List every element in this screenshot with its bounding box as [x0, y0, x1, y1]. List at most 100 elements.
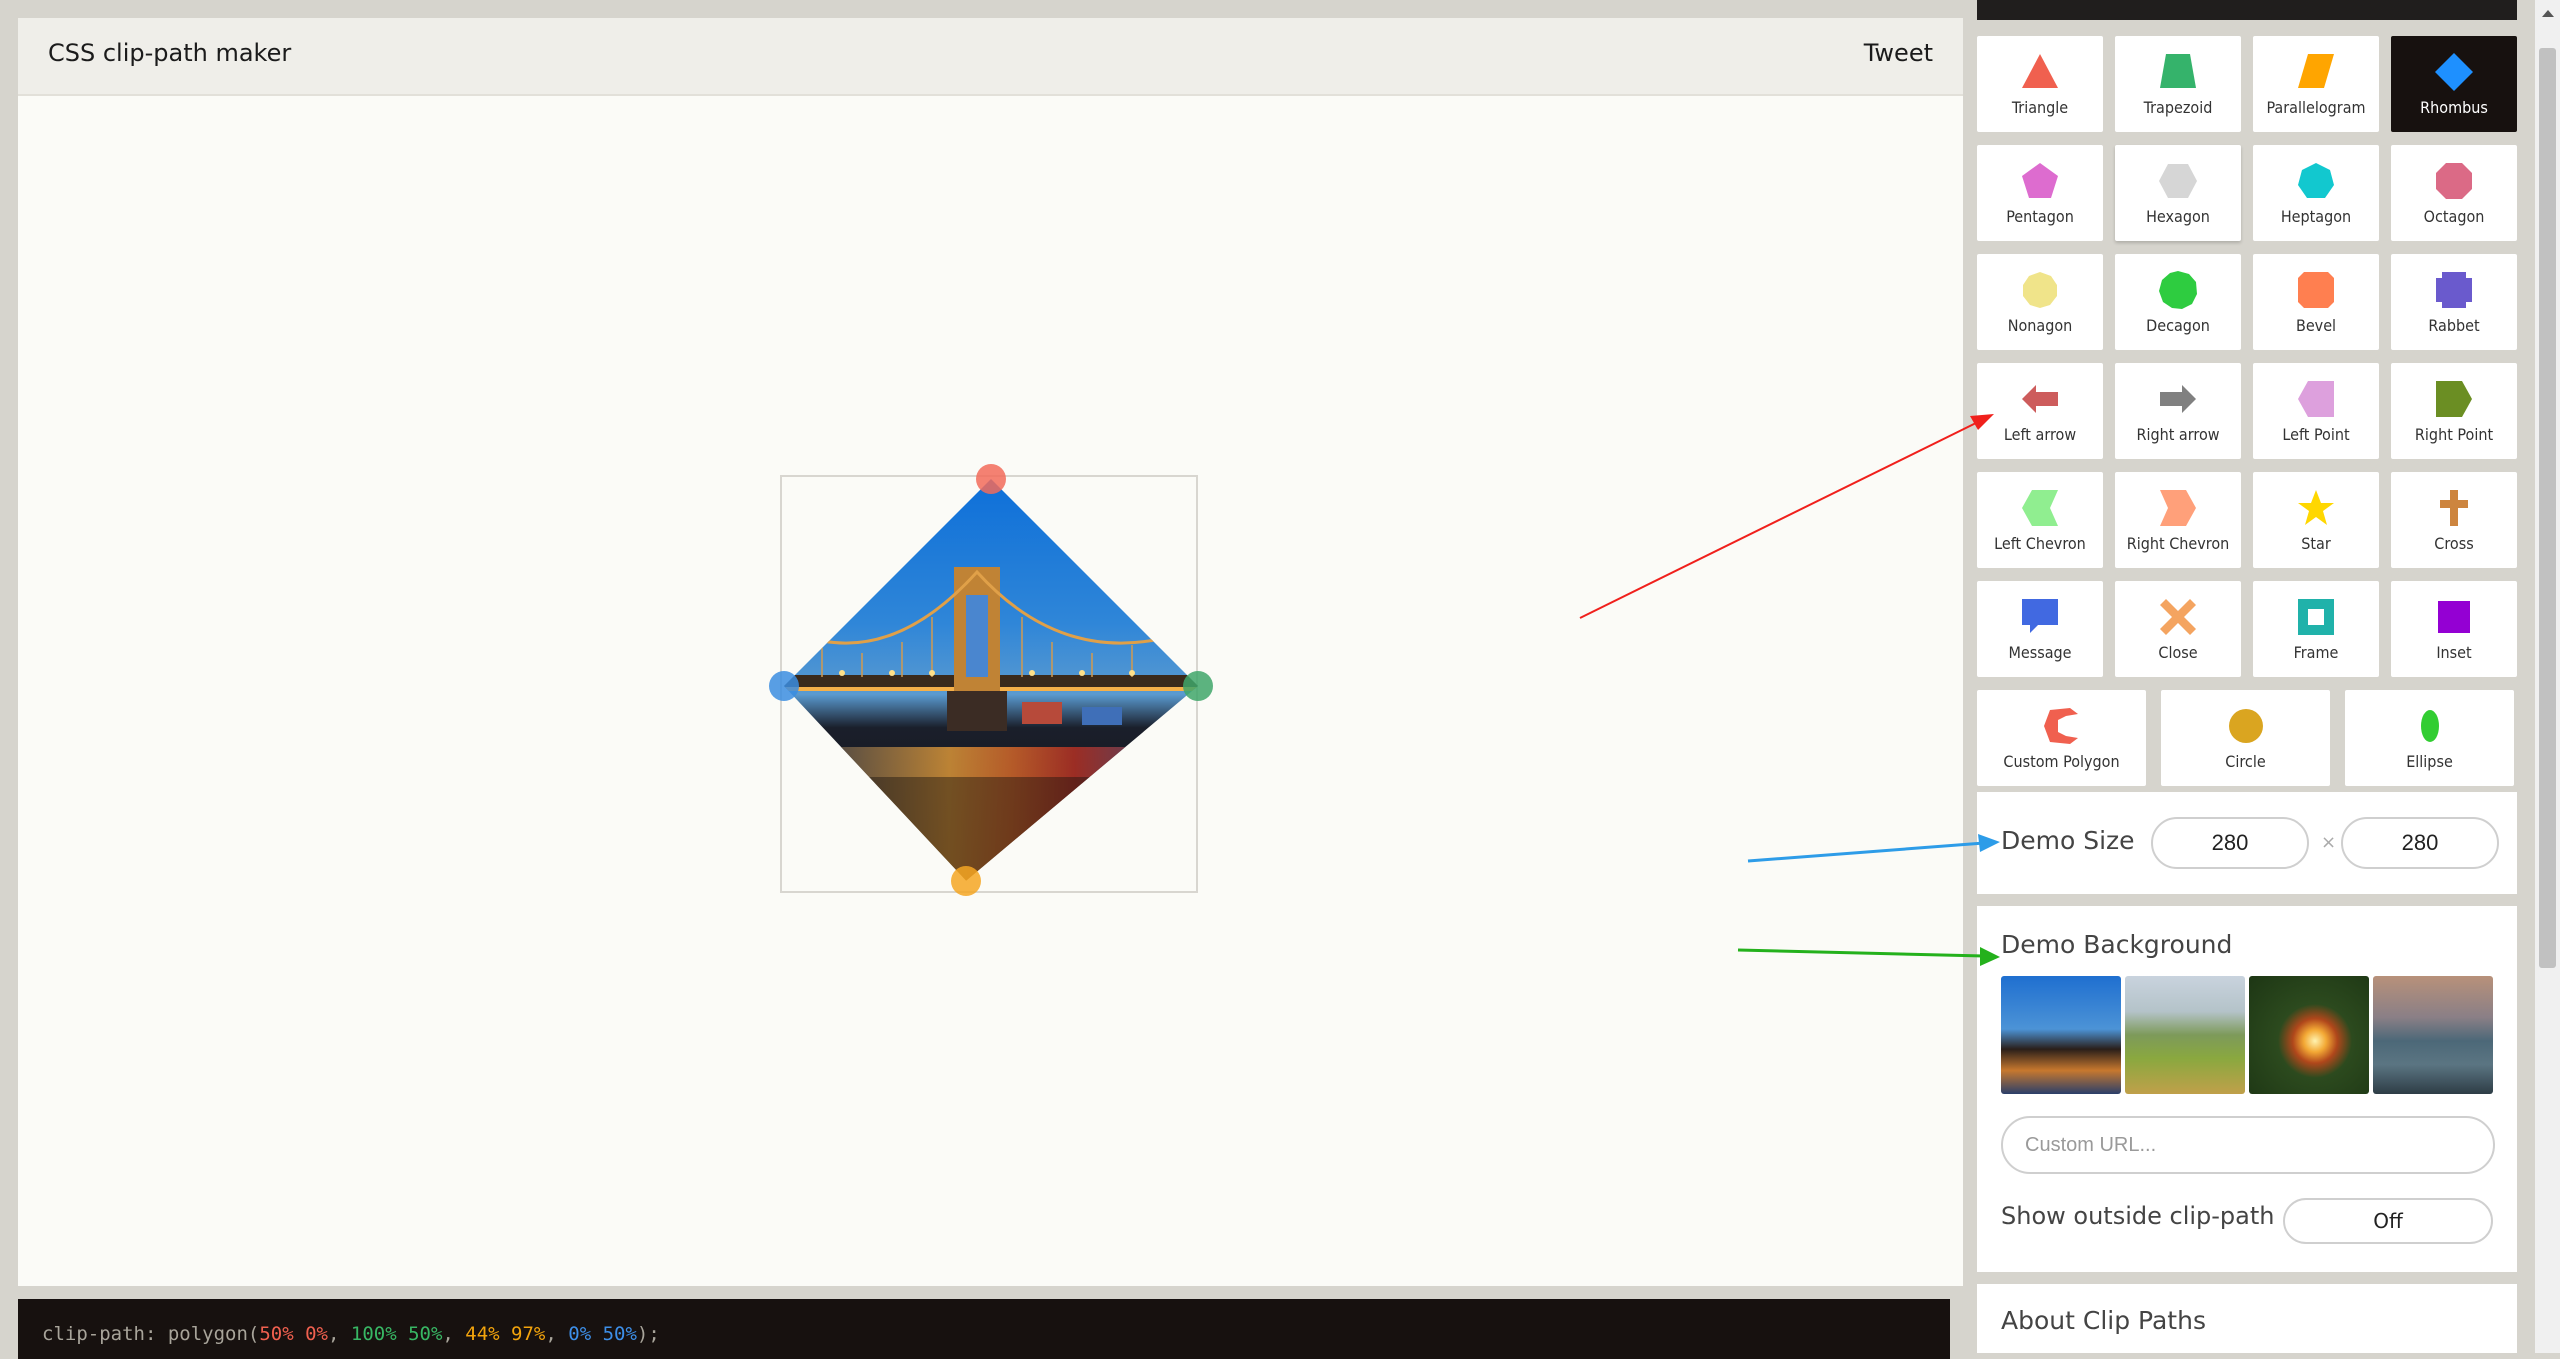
- shape-tile-rhombus[interactable]: Rhombus: [2391, 36, 2517, 132]
- code-property: clip-path:: [42, 1323, 157, 1345]
- times-sign: ×: [2321, 832, 2337, 853]
- right-chevron-icon: [2158, 488, 2198, 532]
- shape-tile-pentagon[interactable]: Pentagon: [1977, 145, 2103, 241]
- shape-tile-triangle[interactable]: Triangle: [1977, 36, 2103, 132]
- shape-label: Left Chevron: [1994, 534, 2086, 553]
- ellipse-icon: [2410, 706, 2450, 750]
- shape-label: Rhombus: [2420, 98, 2488, 117]
- scroll-up-arrow[interactable]: [2542, 10, 2554, 17]
- shape-tile-octagon[interactable]: Octagon: [2391, 145, 2517, 241]
- hexagon-icon: [2158, 161, 2198, 205]
- custom-polygon-icon: [2042, 706, 2082, 750]
- demo-clip-area: [769, 464, 1213, 896]
- app-title: CSS clip-path maker: [48, 39, 292, 67]
- shape-label: Parallelogram: [2266, 98, 2366, 117]
- shape-label: Decagon: [2146, 316, 2210, 335]
- triangle-icon: [2020, 52, 2060, 96]
- code-close: );: [636, 1323, 660, 1345]
- rabbet-icon: [2434, 270, 2474, 314]
- shape-tile-cross[interactable]: Cross: [2391, 472, 2517, 568]
- clip-handle-top[interactable]: [976, 464, 1006, 494]
- sparkler-thumbnail[interactable]: [2249, 976, 2369, 1094]
- clip-handle-right[interactable]: [1183, 671, 1213, 701]
- shape-label: Nonagon: [2007, 316, 2073, 335]
- heptagon-icon: [2296, 161, 2336, 205]
- shape-label: Left Point: [2282, 425, 2350, 444]
- shape-label: Inset: [2436, 643, 2472, 662]
- message-icon: [2020, 597, 2060, 641]
- shape-label: Star: [2301, 534, 2331, 553]
- shape-tile-left-chevron[interactable]: Left Chevron: [1977, 472, 2103, 568]
- shape-label: Bevel: [2295, 316, 2337, 335]
- shape-tile-rabbet[interactable]: Rabbet: [2391, 254, 2517, 350]
- close-icon: [2158, 597, 2198, 641]
- inset-icon: [2434, 597, 2474, 641]
- shape-tile-right-point[interactable]: Right Point: [2391, 363, 2517, 459]
- show-outside-toggle[interactable]: Off: [2283, 1198, 2493, 1244]
- shape-tile-heptagon[interactable]: Heptagon: [2253, 145, 2379, 241]
- app-header: CSS clip-path maker Tweet: [18, 18, 1963, 96]
- scrollbar-thumb[interactable]: [2539, 48, 2556, 968]
- shape-tile-star[interactable]: Star: [2253, 472, 2379, 568]
- shape-label: Custom Polygon: [2003, 752, 2120, 771]
- shape-tile-trapezoid[interactable]: Trapezoid: [2115, 36, 2241, 132]
- scrollbar[interactable]: [2535, 0, 2560, 1353]
- bridge-night-thumbnail[interactable]: [2001, 976, 2121, 1094]
- shape-label: Message: [2008, 643, 2072, 662]
- demo-background-panel: Demo Background Show outside clip-path O…: [1977, 906, 2517, 1272]
- clip-handle-bottom[interactable]: [951, 865, 982, 896]
- clip-handle-left[interactable]: [769, 671, 799, 701]
- shape-tile-left-arrow[interactable]: Left arrow: [1977, 363, 2103, 459]
- shape-label: Cross: [2434, 534, 2474, 553]
- star-icon: [2296, 488, 2336, 532]
- custom-url-input[interactable]: [2001, 1116, 2495, 1174]
- demo-width-input[interactable]: [2151, 817, 2309, 869]
- demo-size-title: Demo Size: [2001, 826, 2135, 855]
- shape-label: Ellipse: [2406, 752, 2453, 771]
- shape-tile-ellipse[interactable]: Ellipse: [2345, 690, 2514, 786]
- demo-height-input[interactable]: [2341, 817, 2499, 869]
- about-title: About Clip Paths: [2001, 1306, 2206, 1335]
- right-arrow-icon: [2158, 379, 2198, 423]
- css-code-output[interactable]: clip-path: polygon(50% 0%, 100% 50%, 44%…: [18, 1299, 1950, 1359]
- shape-tile-decagon[interactable]: Decagon: [2115, 254, 2241, 350]
- ocean-sunset-thumbnail[interactable]: [2373, 976, 2493, 1094]
- shape-tile-frame[interactable]: Frame: [2253, 581, 2379, 677]
- shape-tile-right-arrow[interactable]: Right arrow: [2115, 363, 2241, 459]
- code-point-4: 0% 50%: [568, 1323, 637, 1345]
- clipped-image: [784, 479, 1198, 881]
- shape-tile-inset[interactable]: Inset: [2391, 581, 2517, 677]
- cross-icon: [2434, 488, 2474, 532]
- shape-tile-close[interactable]: Close: [2115, 581, 2241, 677]
- tweet-link[interactable]: Tweet: [1864, 39, 1933, 67]
- green-valley-thumbnail[interactable]: [2125, 976, 2245, 1094]
- shape-label: Trapezoid: [2143, 98, 2213, 117]
- left-point-icon: [2296, 379, 2336, 423]
- bevel-icon: [2296, 270, 2336, 314]
- shape-label: Octagon: [2423, 207, 2485, 226]
- code-function: polygon(: [167, 1323, 260, 1345]
- shape-label: Circle: [2225, 752, 2266, 771]
- circle-icon: [2226, 706, 2266, 750]
- shape-tile-nonagon[interactable]: Nonagon: [1977, 254, 2103, 350]
- shape-label: Frame: [2293, 643, 2339, 662]
- shape-tile-custom-polygon[interactable]: Custom Polygon: [1977, 690, 2146, 786]
- decagon-icon: [2158, 270, 2198, 314]
- shape-tile-hexagon[interactable]: Hexagon: [2115, 145, 2241, 241]
- shape-tile-left-point[interactable]: Left Point: [2253, 363, 2379, 459]
- shape-tile-message[interactable]: Message: [1977, 581, 2103, 677]
- frame-icon: [2296, 597, 2336, 641]
- shape-tile-circle[interactable]: Circle: [2161, 690, 2330, 786]
- left-arrow-icon: [2020, 379, 2060, 423]
- shape-tile-right-chevron[interactable]: Right Chevron: [2115, 472, 2241, 568]
- shape-label: Rabbet: [2428, 316, 2480, 335]
- code-point-3: 44% 97%: [465, 1323, 546, 1345]
- trapezoid-icon: [2158, 52, 2198, 96]
- shape-label: Left arrow: [2003, 425, 2077, 444]
- sidebar: Triangle Trapezoid Parallelogram Rhombus Pen…: [1972, 0, 2527, 1353]
- demo-size-panel: Demo Size ×: [1977, 792, 2517, 894]
- shape-label: Hexagon: [2146, 207, 2210, 226]
- shape-label: Triangle: [2011, 98, 2069, 117]
- shape-tile-bevel[interactable]: Bevel: [2253, 254, 2379, 350]
- shape-tile-parallelogram[interactable]: Parallelogram: [2253, 36, 2379, 132]
